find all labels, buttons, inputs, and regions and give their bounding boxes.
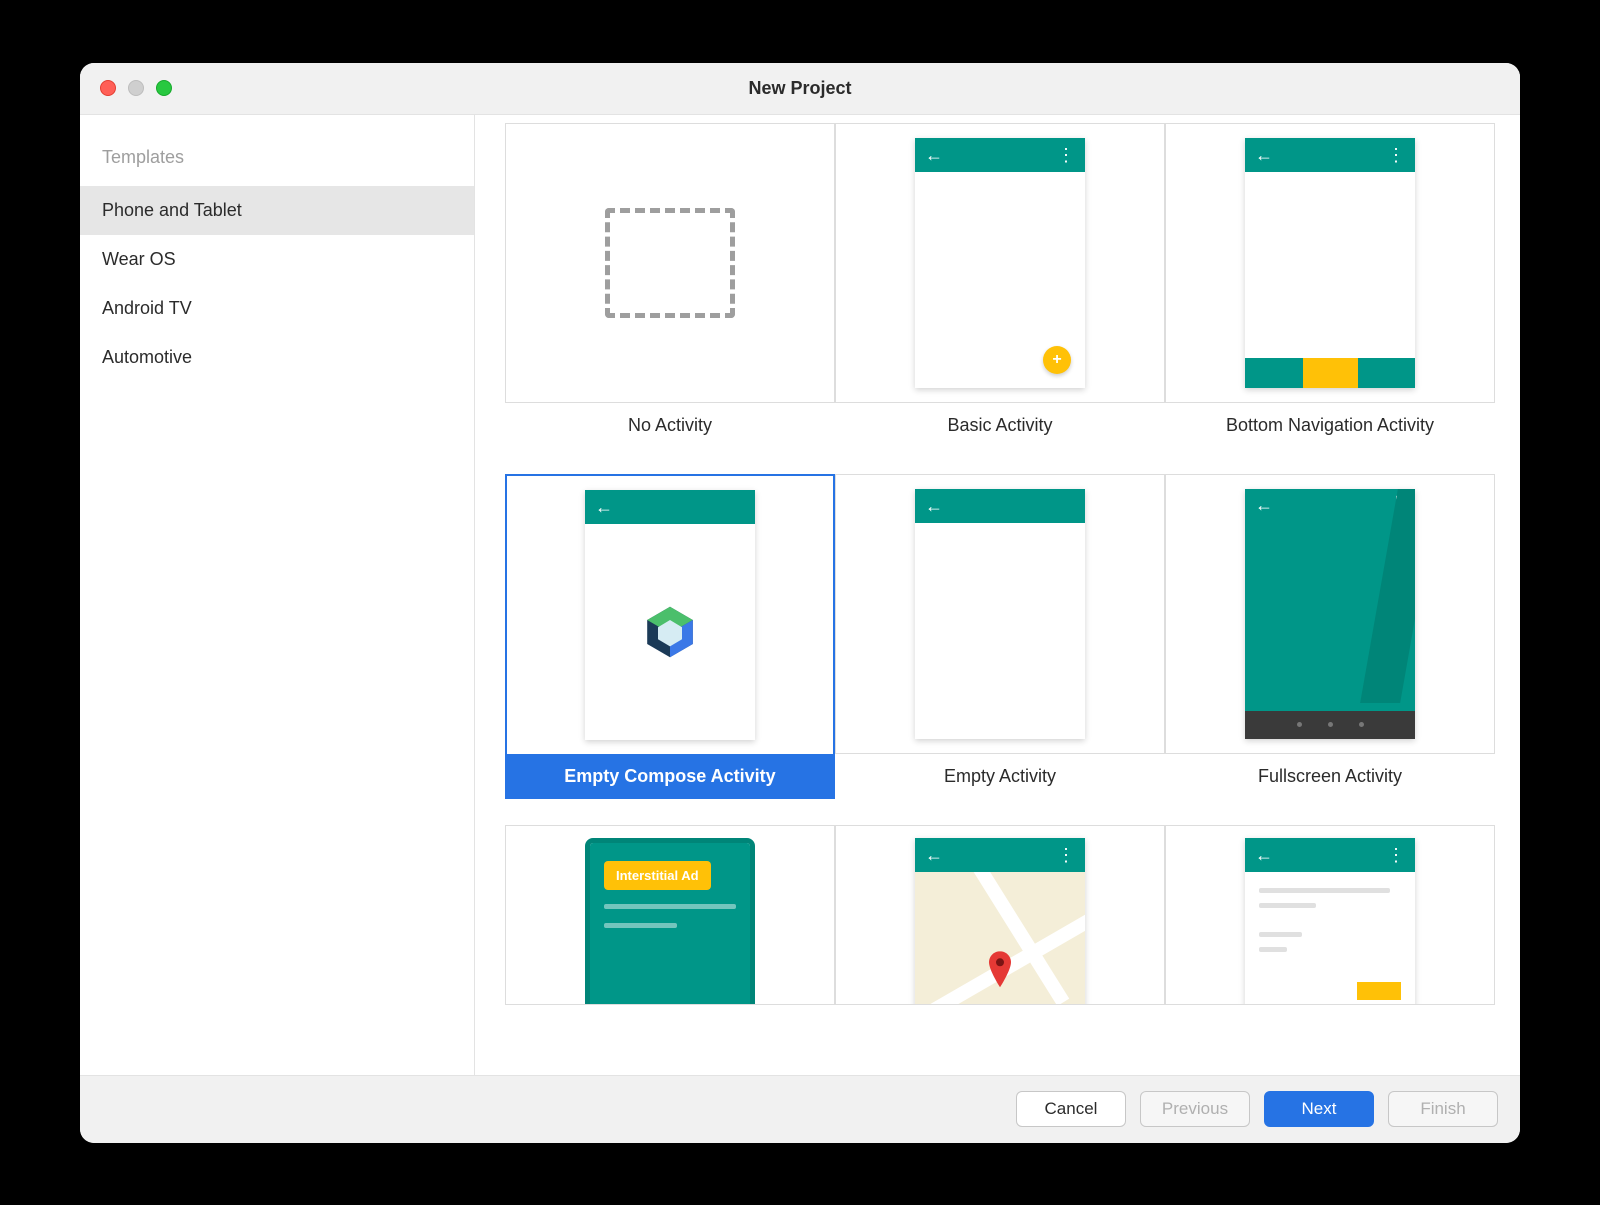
template-label: Empty Compose Activity bbox=[505, 754, 835, 799]
template-preview bbox=[505, 123, 835, 403]
finish-button[interactable]: Finish bbox=[1388, 1091, 1498, 1127]
back-arrow-icon: ← bbox=[925, 146, 943, 164]
overflow-menu-icon: ⋮ bbox=[1387, 846, 1405, 864]
sidebar: Templates Phone and Tablet Wear OS Andro… bbox=[80, 115, 475, 1075]
next-button[interactable]: Next bbox=[1264, 1091, 1374, 1127]
template-gallery: No Activity ← ⋮ + Basic bbox=[475, 115, 1520, 1075]
template-preview: ← bbox=[835, 474, 1165, 754]
back-arrow-icon: ← bbox=[925, 846, 943, 864]
template-admob-activity[interactable]: Interstitial Ad bbox=[505, 825, 835, 1005]
interstitial-ad-badge: Interstitial Ad bbox=[604, 861, 711, 890]
template-label: Basic Activity bbox=[835, 403, 1165, 448]
jetpack-compose-icon bbox=[640, 602, 700, 662]
template-bottom-navigation-activity[interactable]: ← ⋮ Bottom Navigation Activity bbox=[1165, 123, 1495, 448]
primary-action-icon bbox=[1357, 982, 1401, 1000]
template-preview: ← ⛶ bbox=[1165, 474, 1495, 754]
previous-button[interactable]: Previous bbox=[1140, 1091, 1250, 1127]
template-login-activity[interactable]: ← ⋮ bbox=[1165, 825, 1495, 1005]
new-project-dialog: New Project Templates Phone and Tablet W… bbox=[80, 63, 1520, 1143]
system-nav-bar-icon bbox=[1245, 711, 1415, 739]
template-preview: ← ⋮ bbox=[1165, 123, 1495, 403]
back-arrow-icon: ← bbox=[595, 498, 613, 516]
cancel-button[interactable]: Cancel bbox=[1016, 1091, 1126, 1127]
window-title: New Project bbox=[748, 78, 851, 99]
back-arrow-icon: ← bbox=[925, 497, 943, 515]
back-arrow-icon: ← bbox=[1255, 495, 1273, 516]
bottom-nav-icon bbox=[1245, 358, 1415, 388]
template-preview: ← ⋮ bbox=[835, 825, 1165, 1005]
back-arrow-icon: ← bbox=[1255, 846, 1273, 864]
template-basic-activity[interactable]: ← ⋮ + Basic Activity bbox=[835, 123, 1165, 448]
overflow-menu-icon: ⋮ bbox=[1057, 846, 1075, 864]
dashed-placeholder-icon bbox=[605, 208, 735, 318]
template-no-activity[interactable]: No Activity bbox=[505, 123, 835, 448]
template-fullscreen-activity[interactable]: ← ⛶ Fullscreen Activity bbox=[1165, 474, 1495, 799]
sidebar-item-wear-os[interactable]: Wear OS bbox=[80, 235, 474, 284]
minimize-window-button[interactable] bbox=[128, 80, 144, 96]
template-label: Bottom Navigation Activity bbox=[1165, 403, 1495, 448]
zoom-window-button[interactable] bbox=[156, 80, 172, 96]
fab-add-icon: + bbox=[1043, 346, 1071, 374]
template-empty-activity[interactable]: ← Empty Activity bbox=[835, 474, 1165, 799]
template-preview: ← bbox=[505, 474, 835, 754]
template-label: Empty Activity bbox=[835, 754, 1165, 799]
main-area: Templates Phone and Tablet Wear OS Andro… bbox=[80, 115, 1520, 1075]
sidebar-header: Templates bbox=[80, 135, 474, 186]
titlebar: New Project bbox=[80, 63, 1520, 115]
traffic-lights bbox=[100, 80, 172, 96]
template-preview: Interstitial Ad bbox=[505, 825, 835, 1005]
overflow-menu-icon: ⋮ bbox=[1387, 146, 1405, 164]
map-pin-icon bbox=[987, 951, 1013, 992]
overflow-menu-icon: ⋮ bbox=[1057, 146, 1075, 164]
template-label: No Activity bbox=[505, 403, 835, 448]
template-preview: ← ⋮ + bbox=[835, 123, 1165, 403]
template-preview: ← ⋮ bbox=[1165, 825, 1495, 1005]
sidebar-item-android-tv[interactable]: Android TV bbox=[80, 284, 474, 333]
close-window-button[interactable] bbox=[100, 80, 116, 96]
template-maps-activity[interactable]: ← ⋮ bbox=[835, 825, 1165, 1005]
sidebar-item-phone-tablet[interactable]: Phone and Tablet bbox=[80, 186, 474, 235]
dialog-footer: Cancel Previous Next Finish bbox=[80, 1075, 1520, 1143]
template-empty-compose-activity[interactable]: ← Empty Compose Activity bbox=[505, 474, 835, 799]
map-preview-icon bbox=[915, 872, 1085, 1005]
sidebar-item-automotive[interactable]: Automotive bbox=[80, 333, 474, 382]
template-label: Fullscreen Activity bbox=[1165, 754, 1495, 799]
back-arrow-icon: ← bbox=[1255, 146, 1273, 164]
